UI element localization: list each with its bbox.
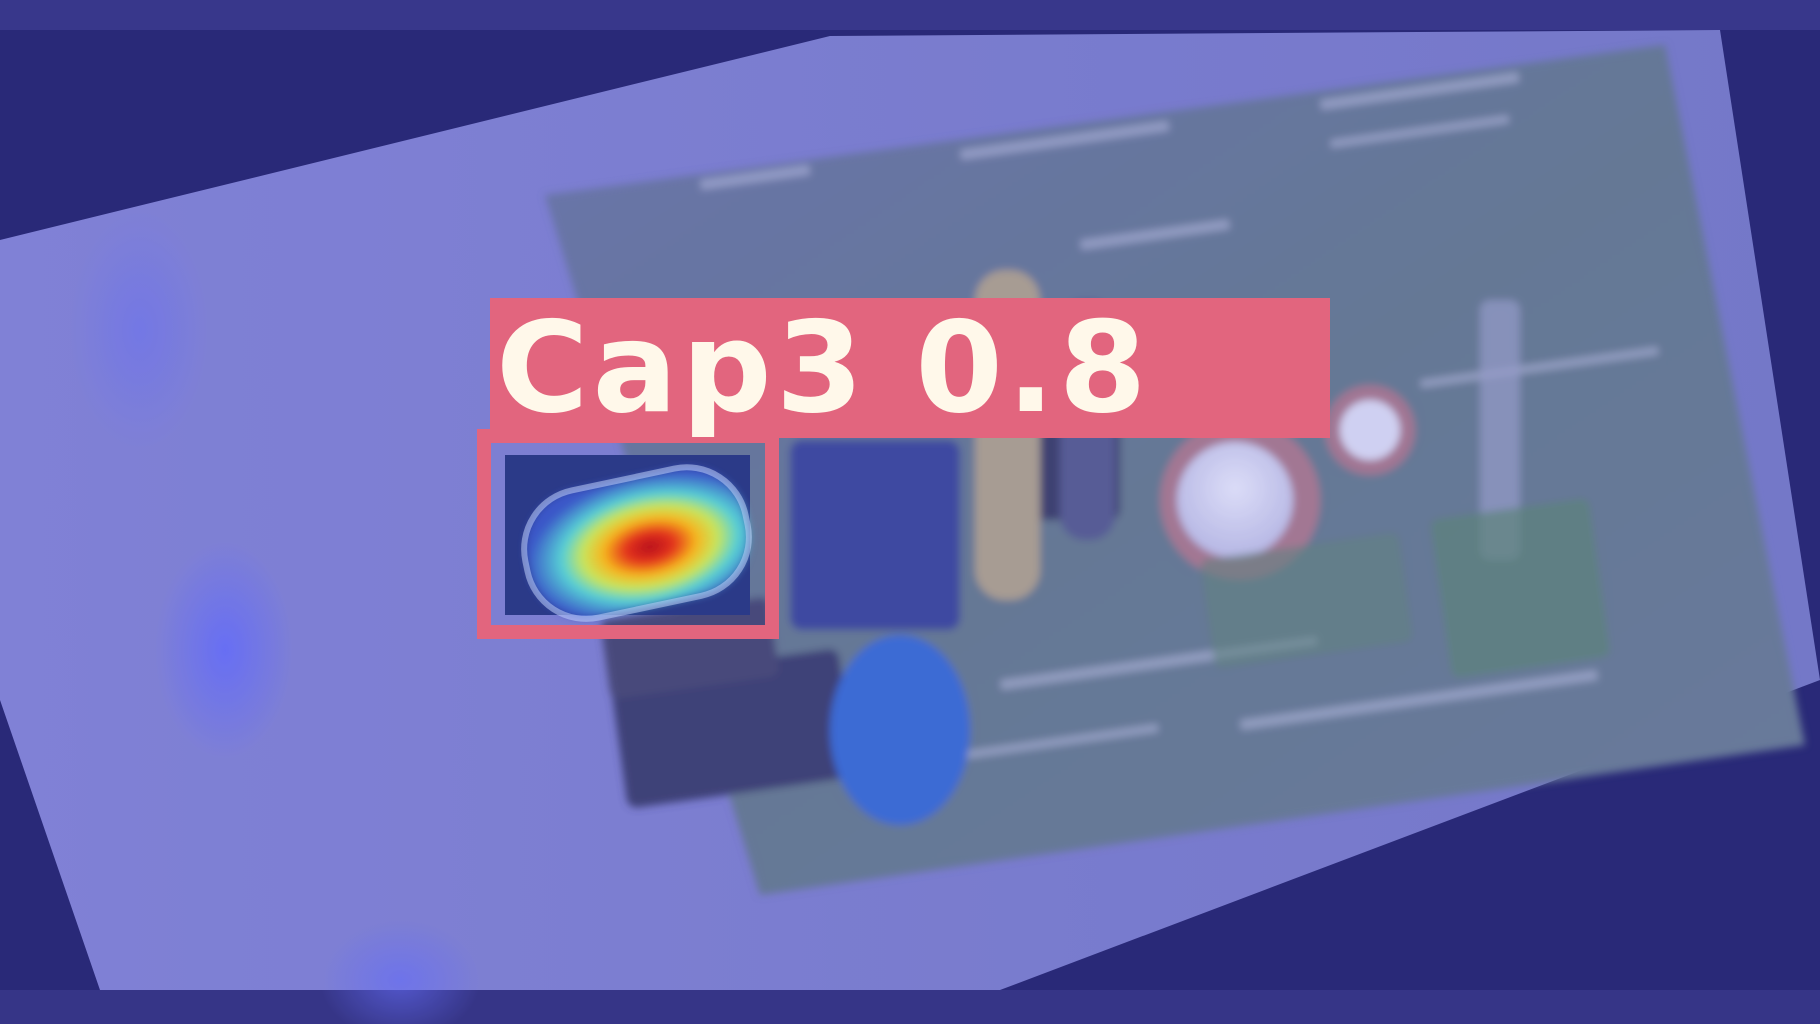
detection-visualization: Cap3 0.8 [0, 0, 1820, 1024]
detection-label: Cap3 0.8 [490, 298, 1330, 438]
detected-component [505, 455, 752, 622]
scene-canvas [0, 0, 1820, 1024]
heatmap-overlay [0, 0, 1820, 1024]
